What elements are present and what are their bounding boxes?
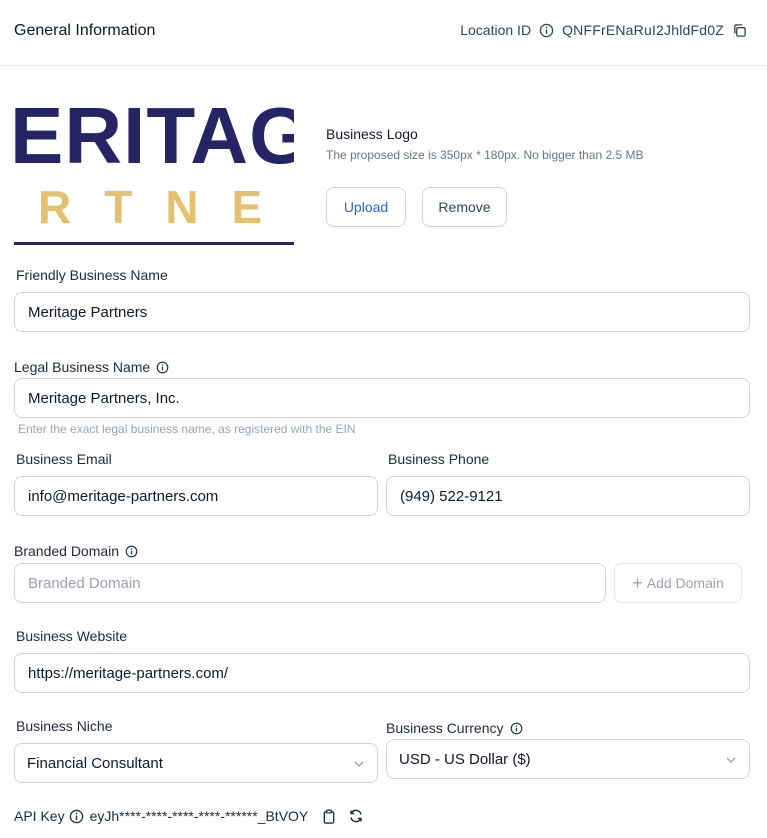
currency-value: USD - US Dollar ($) <box>399 750 531 768</box>
friendly-name-label: Friendly Business Name <box>16 267 168 283</box>
location-id-label: Location ID <box>460 22 532 38</box>
legal-name-input[interactable]: Meritage Partners, Inc. <box>14 378 750 418</box>
branded-domain-label-group: Branded Domain <box>14 543 138 559</box>
currency-label-group: Business Currency <box>386 720 523 736</box>
remove-button[interactable]: Remove <box>422 187 507 227</box>
currency-label: Business Currency <box>386 720 504 736</box>
logo-text-top: ERITAG <box>14 104 294 180</box>
phone-input[interactable]: (949) 522-9121 <box>386 476 750 516</box>
copy-icon[interactable] <box>732 23 747 38</box>
api-key-row: API Key eyJh****-****-****-****-******_B… <box>14 808 368 824</box>
friendly-name-input[interactable]: Meritage Partners <box>14 292 750 332</box>
info-icon[interactable] <box>510 722 523 735</box>
niche-select[interactable]: Financial Consultant <box>14 743 378 783</box>
info-icon[interactable] <box>156 361 169 374</box>
branded-domain-label: Branded Domain <box>14 543 120 559</box>
logo-hint: The proposed size is 350px * 180px. No b… <box>326 148 644 162</box>
info-icon[interactable] <box>539 23 554 38</box>
add-domain-button[interactable]: + Add Domain <box>614 563 742 603</box>
chevron-down-icon <box>725 753 737 770</box>
chevron-down-icon <box>353 757 365 774</box>
legal-name-help: Enter the exact legal business name, as … <box>18 422 356 436</box>
email-input[interactable]: info@meritage-partners.com <box>14 476 378 516</box>
clipboard-icon[interactable] <box>322 809 336 824</box>
page-header: General Information Location ID QNFFrENa… <box>0 0 767 66</box>
website-label: Business Website <box>16 628 128 644</box>
niche-value: Financial Consultant <box>27 754 163 772</box>
legal-name-label: Legal Business Name <box>14 359 151 375</box>
location-id-group: Location ID QNFFrENaRuI2JhldFd0Z <box>460 22 747 38</box>
upload-button[interactable]: Upload <box>326 187 406 227</box>
api-key-label: API Key <box>14 808 65 824</box>
email-label: Business Email <box>16 451 112 467</box>
info-icon[interactable] <box>69 809 84 824</box>
logo-info: Business Logo The proposed size is 350px… <box>326 126 644 162</box>
logo-underline <box>14 242 294 245</box>
logo-text-bottom: RTNE <box>38 181 294 233</box>
add-domain-label: Add Domain <box>646 575 724 591</box>
phone-label: Business Phone <box>388 451 490 467</box>
api-key-value: eyJh****-****-****-****-******_BtVOY <box>89 808 309 824</box>
business-logo-image: ERITAG RTNE <box>14 104 294 246</box>
refresh-icon[interactable] <box>348 808 364 824</box>
location-id-value: QNFFrENaRuI2JhldFd0Z <box>562 22 724 38</box>
branded-domain-input[interactable]: Branded Domain <box>14 563 606 603</box>
plus-icon: + <box>632 573 643 593</box>
website-input[interactable]: https://meritage-partners.com/ <box>14 653 750 693</box>
currency-select[interactable]: USD - US Dollar ($) <box>386 739 750 779</box>
logo-title: Business Logo <box>326 126 418 142</box>
niche-label: Business Niche <box>16 718 113 734</box>
legal-name-label-group: Legal Business Name <box>14 359 169 375</box>
info-icon[interactable] <box>125 545 138 558</box>
page-title: General Information <box>14 22 156 39</box>
